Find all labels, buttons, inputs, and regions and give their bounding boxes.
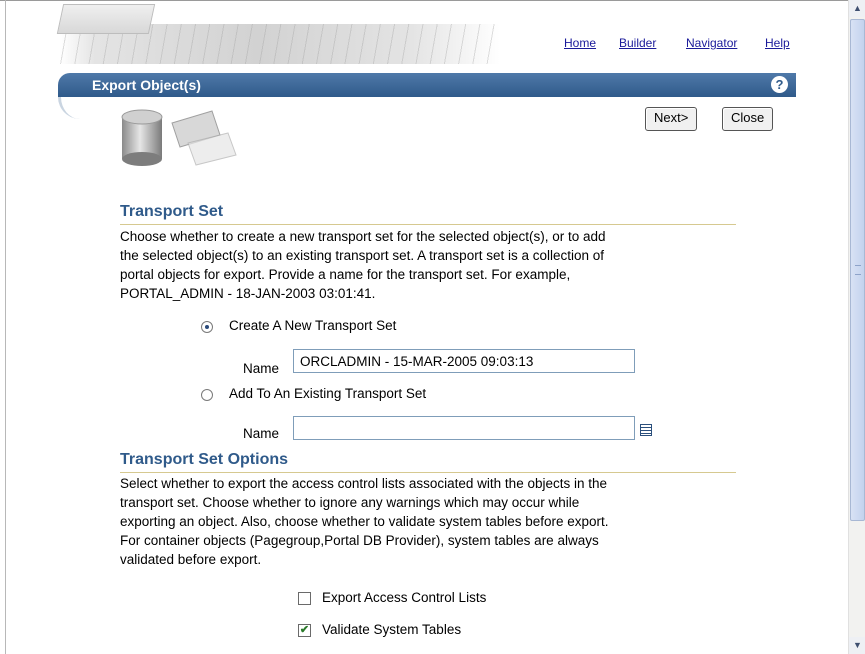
transport-set-heading: Transport Set	[120, 203, 224, 220]
navigator-link[interactable]: Navigator	[686, 36, 737, 50]
add-to-existing-transport-set-radio[interactable]	[201, 389, 213, 401]
scrollbar-thumb[interactable]	[850, 19, 865, 521]
export-access-control-lists-label: Export Access Control Lists	[322, 590, 487, 605]
section-divider	[120, 224, 736, 225]
portal-logo	[56, 4, 156, 34]
window-left-border	[5, 0, 6, 654]
transport-set-options-description: Select whether to export the access cont…	[120, 476, 609, 567]
create-new-transport-set-radio[interactable]	[201, 321, 213, 333]
new-transport-set-name-input[interactable]	[293, 349, 635, 373]
home-link[interactable]: Home	[564, 36, 596, 50]
title-bar: Export Object(s) ?	[58, 73, 796, 97]
transport-set-options-heading: Transport Set Options	[120, 451, 289, 468]
next-button[interactable]: Next>	[645, 107, 698, 131]
builder-link[interactable]: Builder	[619, 36, 656, 50]
section-divider	[120, 472, 736, 473]
export-access-control-lists-checkbox[interactable]	[298, 592, 311, 605]
existing-set-name-label: Name	[243, 426, 280, 441]
validate-system-tables-checkbox[interactable]: ✔	[298, 624, 311, 637]
add-to-existing-transport-set-label: Add To An Existing Transport Set	[229, 386, 427, 401]
scroll-up-arrow-icon[interactable]: ▲	[849, 0, 865, 17]
list-of-values-icon[interactable]	[640, 424, 652, 436]
close-button[interactable]: Close	[722, 107, 774, 131]
help-icon[interactable]: ?	[771, 76, 788, 93]
validate-system-tables-label: Validate System Tables	[322, 622, 462, 637]
transport-set-description: Choose whether to create a new transport…	[120, 229, 606, 301]
page-title: Export Object(s)	[92, 77, 201, 93]
existing-transport-set-name-input[interactable]	[293, 416, 635, 440]
new-set-name-label: Name	[243, 361, 280, 376]
scroll-down-arrow-icon[interactable]: ▼	[849, 637, 865, 654]
vertical-scrollbar[interactable]: ▲ ▼	[848, 0, 865, 654]
database-export-image	[121, 109, 237, 166]
create-new-transport-set-label: Create A New Transport Set	[229, 318, 397, 333]
help-link[interactable]: Help	[765, 36, 790, 50]
